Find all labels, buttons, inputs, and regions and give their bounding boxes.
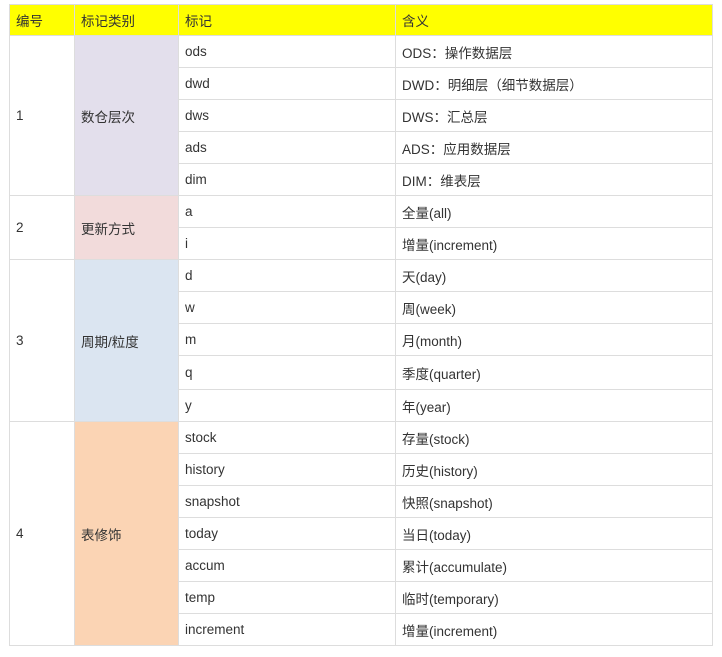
header-meaning: 含义 bbox=[395, 4, 713, 36]
table-row: 1 数仓层次 ods ODS：操作数据层 bbox=[9, 35, 713, 196]
meaning-cell: 周(week) bbox=[395, 291, 713, 324]
mark-cell: y bbox=[178, 389, 396, 422]
group-category-cell: 更新方式 bbox=[74, 195, 179, 260]
meaning-cell: 当日(today) bbox=[395, 517, 713, 550]
meaning-cell: 临时(temporary) bbox=[395, 581, 713, 614]
table-header-row: 编号 标记类别 标记 含义 bbox=[9, 4, 713, 36]
mark-cell: dws bbox=[178, 99, 396, 132]
meaning-cell: 存量(stock) bbox=[395, 421, 713, 454]
table-row: 2 更新方式 a 全量(all) bbox=[9, 195, 713, 260]
mark-cell: a bbox=[178, 195, 396, 228]
mark-cell: i bbox=[178, 227, 396, 260]
group-number-cell: 3 bbox=[9, 259, 75, 422]
naming-convention-table: 编号 标记类别 标记 含义 1 数仓层次 ods ODS：操作数据层 dwd DWD：明细… bbox=[9, 4, 713, 646]
meaning-cell: 累计(accumulate) bbox=[395, 549, 713, 582]
group-category-cell: 表修饰 bbox=[74, 421, 179, 646]
group-number-cell: 4 bbox=[9, 421, 75, 646]
mark-cell: today bbox=[178, 517, 396, 550]
meaning-cell: 增量(increment) bbox=[395, 227, 713, 260]
header-num: 编号 bbox=[9, 4, 75, 36]
group-category-cell: 数仓层次 bbox=[74, 35, 179, 196]
meaning-cell: ADS：应用数据层 bbox=[395, 131, 713, 164]
meaning-cell: 年(year) bbox=[395, 389, 713, 422]
mark-cell: ads bbox=[178, 131, 396, 164]
meaning-cell: 快照(snapshot) bbox=[395, 485, 713, 518]
meaning-cell: 全量(all) bbox=[395, 195, 713, 228]
table-row: 4 表修饰 stock 存量(stock) bbox=[9, 421, 713, 646]
header-category: 标记类别 bbox=[74, 4, 179, 36]
meaning-cell: 增量(increment) bbox=[395, 613, 713, 646]
meaning-cell: 天(day) bbox=[395, 259, 713, 292]
group-category-cell: 周期/粒度 bbox=[74, 259, 179, 422]
mark-cell: snapshot bbox=[178, 485, 396, 518]
mark-cell: m bbox=[178, 323, 396, 356]
mark-cell: q bbox=[178, 355, 396, 390]
meaning-cell: ODS：操作数据层 bbox=[395, 35, 713, 68]
table-row: 3 周期/粒度 d 天(day) bbox=[9, 259, 713, 422]
mark-cell: stock bbox=[178, 421, 396, 454]
mark-cell: accum bbox=[178, 549, 396, 582]
mark-cell: dwd bbox=[178, 67, 396, 100]
meaning-cell: DWD：明细层（细节数据层） bbox=[395, 67, 713, 100]
mark-cell: temp bbox=[178, 581, 396, 614]
mark-cell: increment bbox=[178, 613, 396, 646]
meaning-cell: 季度(quarter) bbox=[395, 355, 713, 390]
meaning-cell: DWS：汇总层 bbox=[395, 99, 713, 132]
mark-cell: d bbox=[178, 259, 396, 292]
meaning-cell: 历史(history) bbox=[395, 453, 713, 486]
group-number-cell: 2 bbox=[9, 195, 75, 260]
meaning-cell: 月(month) bbox=[395, 323, 713, 356]
header-mark: 标记 bbox=[178, 4, 396, 36]
meaning-cell: DIM：维表层 bbox=[395, 163, 713, 196]
mark-cell: w bbox=[178, 291, 396, 324]
mark-cell: history bbox=[178, 453, 396, 486]
mark-cell: dim bbox=[178, 163, 396, 196]
table-body: 1 数仓层次 ods ODS：操作数据层 dwd DWD：明细层（细节数据层） dws DWS… bbox=[9, 35, 713, 646]
mark-cell: ods bbox=[178, 35, 396, 68]
group-number-cell: 1 bbox=[9, 35, 75, 196]
